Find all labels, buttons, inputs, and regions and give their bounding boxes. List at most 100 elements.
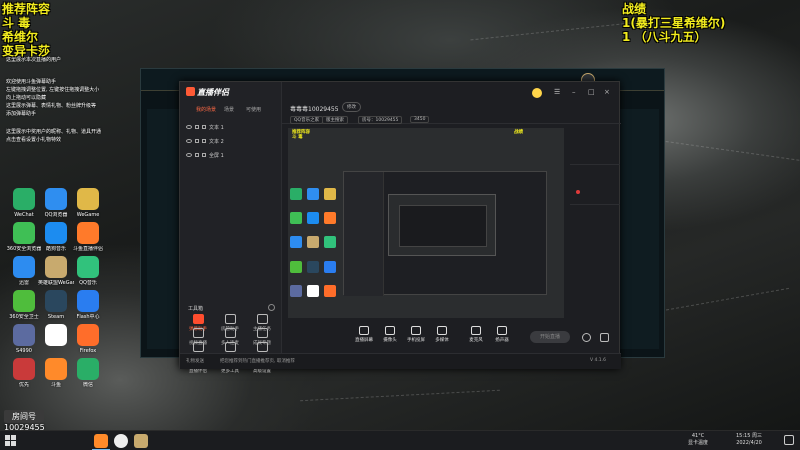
desktop: WeChat QQ浏览器 WeGame 360安全浏览器 酷狗音乐 斗鱼直播伴侣 迅雷 英雄联…: [0, 0, 800, 430]
desktop-icon[interactable]: 斗鱼直播伴侣: [70, 222, 106, 253]
visibility-icon[interactable]: [186, 139, 192, 143]
desktop-icon[interactable]: QQ浏览器: [38, 188, 74, 219]
desktop-icon-label: 优先: [18, 382, 29, 388]
tab-scenes[interactable]: 场景: [224, 106, 234, 113]
desktop-icon[interactable]: 酷狗音乐: [38, 222, 74, 253]
lock-icon[interactable]: [195, 125, 199, 129]
maximize-icon[interactable]: □: [588, 88, 595, 96]
control-label: 摄像头: [383, 338, 397, 343]
windows-start-icon[interactable]: [5, 435, 16, 446]
preview-overlay-right: 战绩: [514, 130, 523, 135]
tab-my-scenes[interactable]: 我的场景: [196, 106, 216, 113]
clock[interactable]: 15:15 周三 2022/4/20: [736, 433, 762, 447]
preview-canvas[interactable]: 推荐阵容 斗 毒 战绩: [288, 128, 564, 318]
notice-line: 这里展示弹幕、表情礼物、粉丝牌升级等: [6, 103, 97, 109]
app-icon: [45, 290, 67, 312]
control-icon: [471, 326, 481, 335]
tab-available[interactable]: 可使用: [246, 106, 261, 113]
desktop-icon[interactable]: 360安全浏览器: [6, 222, 42, 253]
layout-icon[interactable]: [600, 333, 609, 342]
preview-overlay-left: 推荐阵容 斗 毒: [292, 130, 310, 140]
source-label: 文本 2: [209, 138, 224, 145]
edit-room-button[interactable]: 修改: [342, 102, 361, 112]
app-header: 毒毒毒10029455 修改 QQ音乐之家 版主搜索 房号：10029455 3…: [282, 82, 621, 124]
lock-icon[interactable]: [195, 153, 199, 157]
mini-app-icon: [324, 260, 336, 273]
desktop-icon[interactable]: 斗鱼: [38, 358, 74, 389]
toolbox-more-icon[interactable]: [268, 304, 275, 311]
desktop-icon[interactable]: Flash中心: [70, 290, 106, 321]
visibility-icon[interactable]: [186, 153, 192, 157]
chip-mod[interactable]: 版主搜索: [322, 116, 348, 124]
control-button[interactable]: 摄像头: [376, 326, 404, 343]
lock-icon[interactable]: [195, 139, 199, 143]
source-row[interactable]: 文本 1: [186, 122, 224, 132]
app-icon: [13, 324, 35, 346]
control-button[interactable]: 多媒体: [428, 326, 456, 343]
desktop-icon[interactable]: WeGame: [70, 188, 106, 219]
desktop-icon-label: 英雄联盟WeGame版: [38, 280, 74, 286]
nested-preview-2: [388, 194, 496, 256]
desktop-icon-label: 360安全浏览器: [6, 246, 42, 252]
avatar[interactable]: [532, 88, 542, 100]
control-button[interactable]: 麦克风: [462, 326, 490, 343]
danmu-notice: 这里展示本次直播的用户 欢迎使用斗鱼弹幕助手 左键拖拽调整位置, 左键按住拖拽调整大…: [6, 56, 156, 144]
control-button[interactable]: 直播屏幕: [350, 326, 378, 343]
desktop-icon[interactable]: [38, 324, 74, 348]
room-id-badge: 房间号 10029455: [4, 410, 45, 430]
desktop-icon[interactable]: 迅雷: [6, 256, 42, 287]
desktop-icon-label: WeGame: [76, 212, 100, 218]
close-icon[interactable]: ×: [604, 88, 610, 96]
source-type-icon: [202, 125, 206, 129]
settings-gear-icon[interactable]: [582, 333, 591, 342]
taskbar: 41°C 显卡温度 15:15 周三 2022/4/20: [0, 430, 800, 450]
control-label: 手机投屏: [407, 338, 425, 343]
preview-mini-icons: [290, 188, 338, 306]
source-row[interactable]: 全屏 1: [186, 150, 224, 160]
tool-icon: [192, 328, 204, 338]
app-icon: [45, 358, 67, 380]
status-mid[interactable]: 把您推荐到热门直播推荐页, 取消推荐: [220, 358, 295, 364]
control-button[interactable]: 扬声器: [488, 326, 516, 343]
start-live-button[interactable]: 开始直播: [530, 331, 570, 343]
tool-icon: [224, 314, 236, 324]
notification-center-icon[interactable]: [784, 435, 794, 445]
mini-app-icon: [307, 212, 319, 225]
desktop-icon[interactable]: Steam: [38, 290, 74, 321]
app-icon: [77, 256, 99, 278]
overlay-right: 战绩 1(暴打三星希维尔) 1 （八斗九五）: [622, 2, 726, 44]
mini-app-icon: [324, 212, 336, 225]
desktop-icon-label: WeChat: [14, 212, 34, 218]
desktop-icon[interactable]: S4990: [6, 324, 42, 355]
taskbar-lol-icon[interactable]: [134, 434, 148, 448]
desktop-icon[interactable]: 360安全卫士: [6, 290, 42, 321]
visibility-icon[interactable]: [186, 125, 192, 129]
taskbar-chrome-icon[interactable]: [114, 434, 128, 448]
app-icon: [13, 290, 35, 312]
desktop-icon[interactable]: Firefox: [70, 324, 106, 355]
chip-category[interactable]: QQ音乐之家: [290, 116, 324, 124]
control-button[interactable]: 手机投屏: [402, 326, 430, 343]
app-icon: [13, 358, 35, 380]
overlay-left: 推荐阵容 斗 毒 希维尔 变异卡莎: [2, 2, 51, 58]
streaming-app-window[interactable]: 直播伴侣 我的场景 场景 可使用 文本 1 文本 2 全屏 1 工具箱 弹幕助手 房管…: [179, 81, 621, 374]
notice-line: 欢迎使用斗鱼弹幕助手: [6, 79, 57, 85]
mini-app-icon: [290, 236, 302, 249]
mini-app-icon: [307, 284, 319, 297]
app-icon: [77, 290, 99, 312]
app-icon: [77, 358, 99, 380]
mini-app-icon: [290, 188, 302, 200]
mini-app-icon: [290, 260, 302, 273]
mini-app-icon: [290, 284, 302, 297]
nested-preview: [343, 171, 547, 296]
desktop-icon[interactable]: 微信: [70, 358, 106, 389]
desktop-icon[interactable]: QQ音乐: [70, 256, 106, 287]
minimize-icon[interactable]: –: [572, 88, 576, 96]
desktop-icon[interactable]: WeChat: [6, 188, 42, 219]
menu-icon[interactable]: ☰: [554, 88, 560, 96]
source-row[interactable]: 文本 2: [186, 136, 224, 146]
desktop-icon[interactable]: 英雄联盟WeGame版: [38, 256, 74, 287]
taskbar-douyu-icon[interactable]: [94, 434, 108, 448]
desktop-icon[interactable]: 优先: [6, 358, 42, 389]
version-label: V 4.1.6: [590, 358, 606, 363]
